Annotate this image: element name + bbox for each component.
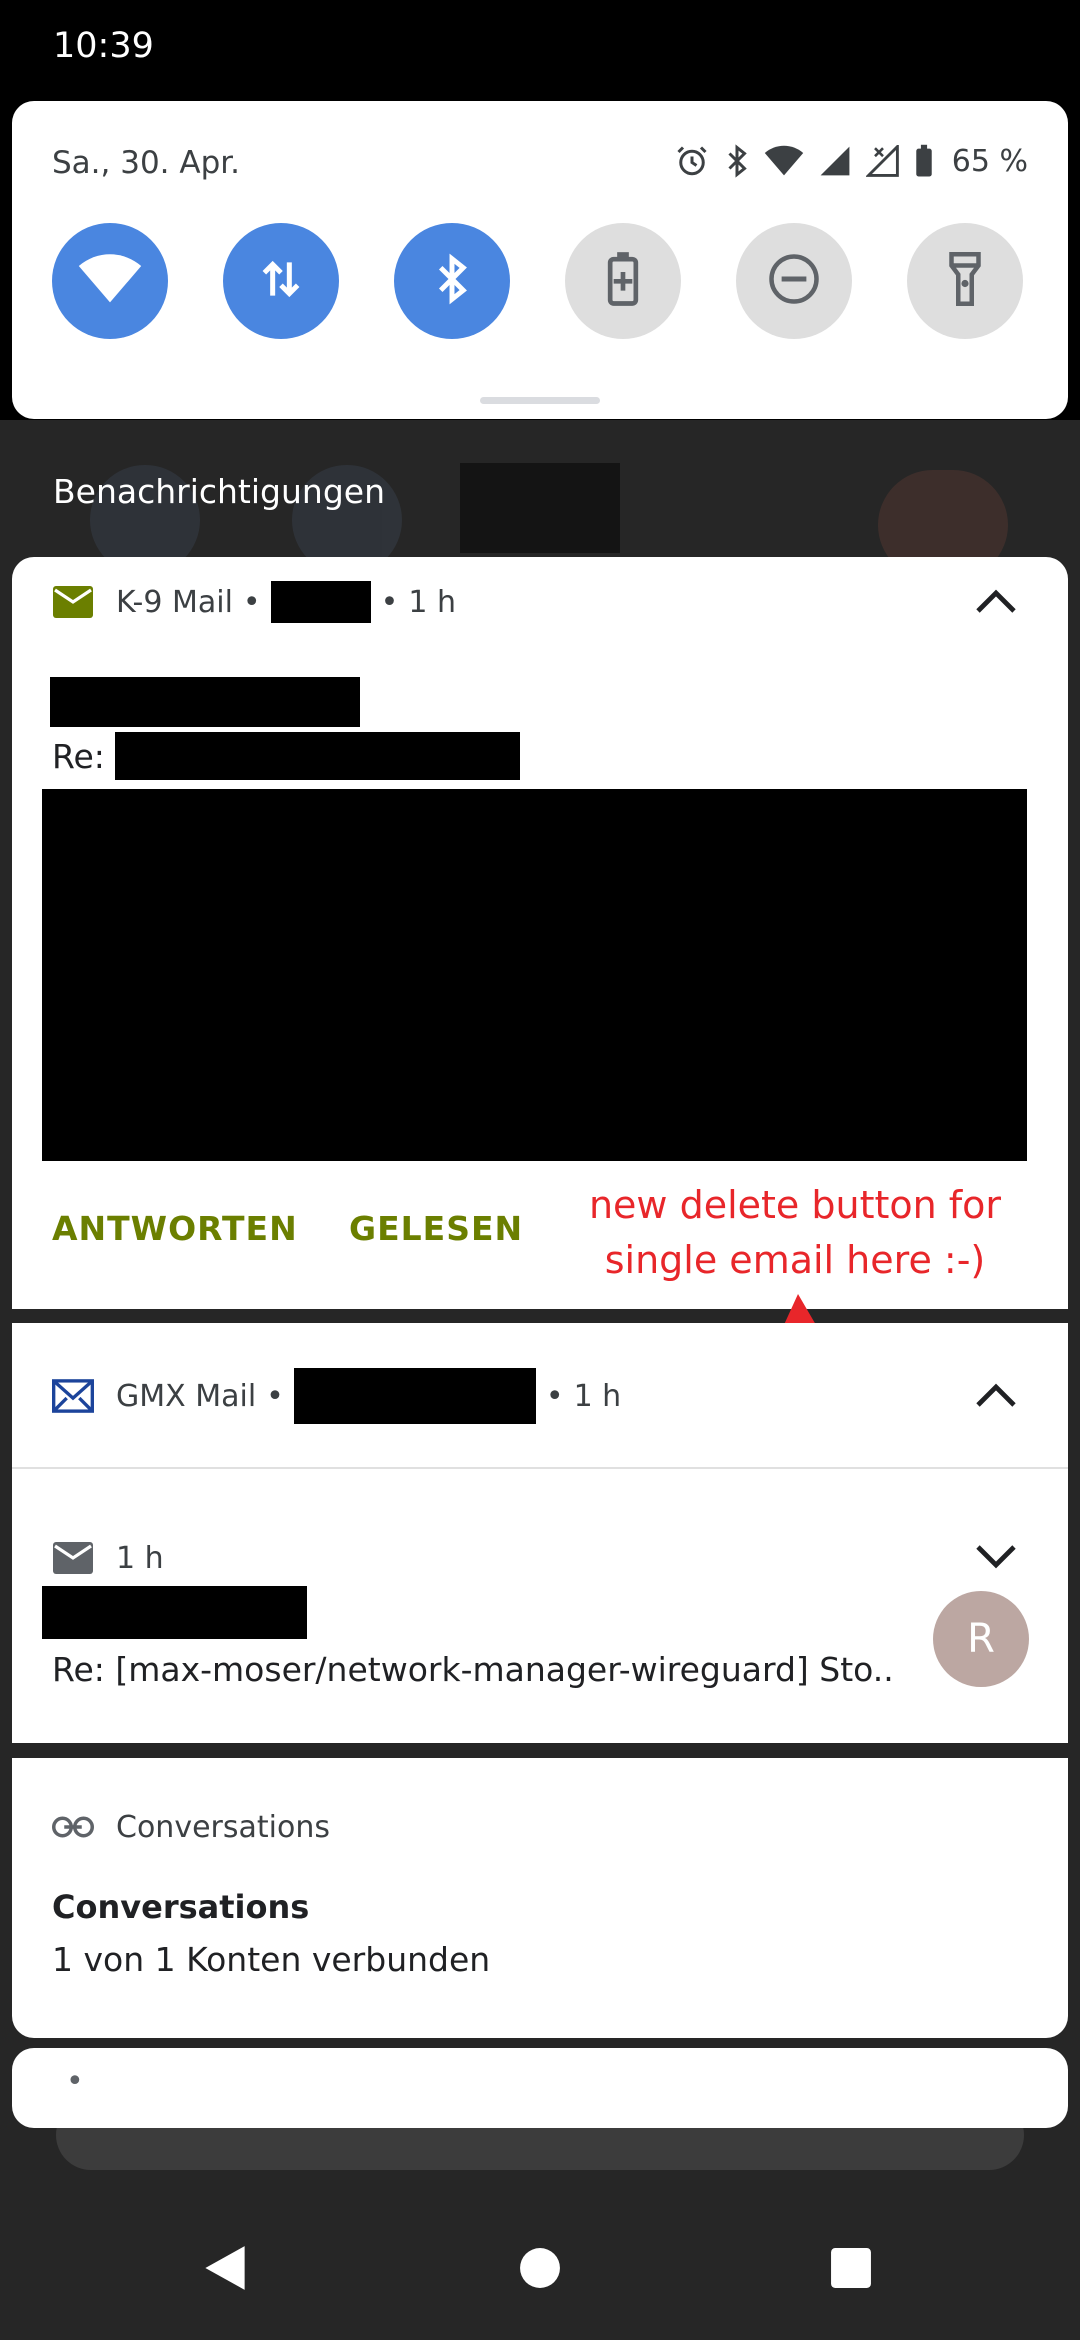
battery-saver-tile[interactable] xyxy=(565,223,681,339)
conversations-notification[interactable]: Conversations Conversations 1 von 1 Kont… xyxy=(12,1758,1068,2038)
gmx-notification[interactable]: GMX Mail • • 1 h 1 h Re: [max-moser/netw… xyxy=(12,1323,1068,1743)
annotation-line-1: new delete button for xyxy=(588,1183,1002,1227)
gmx-app-name: GMX Mail xyxy=(116,1378,257,1414)
chevron-up-icon xyxy=(976,1383,1016,1411)
separator: • xyxy=(545,1378,564,1414)
recents-button[interactable] xyxy=(821,2240,881,2300)
k9-app-row: K-9 Mail • • 1 h xyxy=(52,577,456,627)
avatar: R xyxy=(933,1591,1029,1687)
do-not-disturb-icon xyxy=(767,252,821,310)
envelope-icon xyxy=(52,585,94,619)
annotation-line-2: single email here :-) xyxy=(604,1238,986,1282)
k9-app-name: K-9 Mail xyxy=(116,584,233,620)
redacted-subject xyxy=(115,732,520,780)
signal-icon xyxy=(818,145,852,177)
conversations-title: Conversations xyxy=(52,1888,310,1926)
alarm-icon xyxy=(674,143,710,179)
gmx-message-time: 1 h xyxy=(116,1540,164,1576)
bluetooth-status-icon xyxy=(724,143,750,179)
qs-date[interactable]: Sa., 30. Apr. xyxy=(52,145,240,181)
separator: • xyxy=(242,584,261,620)
chevron-down-icon xyxy=(976,1545,1016,1573)
collapsed-notification-dot: • xyxy=(66,2064,84,2099)
navigation-bar xyxy=(0,2200,1080,2340)
annotation-text: new delete button for single email here … xyxy=(560,1178,1030,1288)
redacted-sender xyxy=(50,677,360,727)
wifi-status-icon xyxy=(764,145,804,177)
expand-button[interactable] xyxy=(972,1535,1020,1583)
gmx-message-row[interactable]: 1 h xyxy=(52,1533,164,1583)
separator: • xyxy=(380,584,399,620)
status-bar: 10:39 xyxy=(0,0,1080,100)
redacted-account xyxy=(270,581,371,623)
redacted-block xyxy=(460,463,620,553)
qs-tiles xyxy=(52,223,1032,339)
bluetooth-tile[interactable] xyxy=(394,223,510,339)
battery-saver-icon xyxy=(606,251,640,311)
mark-read-button[interactable]: GELESEN xyxy=(349,1209,523,1248)
gmx-subject: Re: [max-moser/network-manager-wireguard… xyxy=(52,1650,894,1689)
home-icon xyxy=(519,2247,561,2293)
k9-subject-prefix: Re: xyxy=(52,737,105,776)
battery-icon xyxy=(914,144,934,178)
conversations-app-name: Conversations xyxy=(116,1809,330,1845)
chevron-up-icon xyxy=(976,589,1016,617)
redacted-account xyxy=(293,1368,536,1424)
mobile-data-icon xyxy=(259,254,303,308)
reply-button[interactable]: ANTWORTEN xyxy=(52,1209,298,1248)
flashlight-icon xyxy=(948,252,982,310)
envelope-icon xyxy=(52,1541,94,1575)
home-button[interactable] xyxy=(510,2240,570,2300)
qs-drag-handle[interactable] xyxy=(480,397,600,404)
envelope-icon xyxy=(52,1379,94,1413)
redacted-body xyxy=(42,789,1027,1161)
status-time: 10:39 xyxy=(53,26,154,66)
collapse-button[interactable] xyxy=(972,1373,1020,1421)
battery-percent: 65 % xyxy=(951,143,1028,179)
gmx-time: 1 h xyxy=(573,1378,622,1414)
back-icon xyxy=(203,2244,247,2296)
k9-time: 1 h xyxy=(408,584,456,620)
link-icon xyxy=(52,1810,94,1844)
redacted-sender xyxy=(42,1586,307,1639)
wifi-icon xyxy=(78,253,142,309)
conversations-app-row: Conversations xyxy=(52,1802,330,1852)
recents-icon xyxy=(830,2247,872,2293)
gmx-app-row: GMX Mail • • 1 h xyxy=(52,1368,622,1424)
separator: • xyxy=(266,1378,284,1414)
quick-settings-panel: Sa., 30. Apr. 65 % xyxy=(12,101,1068,419)
qs-status-icons: 65 % xyxy=(674,139,1028,183)
conversations-text: 1 von 1 Konten verbunden xyxy=(52,1940,491,1979)
collapsed-notification[interactable]: • xyxy=(12,2048,1068,2128)
divider xyxy=(12,1467,1068,1469)
wifi-tile[interactable] xyxy=(52,223,168,339)
flashlight-tile[interactable] xyxy=(907,223,1023,339)
mobile-data-tile[interactable] xyxy=(223,223,339,339)
notifications-header: Benachrichtigungen xyxy=(53,472,385,511)
back-button[interactable] xyxy=(195,2240,255,2300)
bluetooth-icon xyxy=(434,252,470,310)
signal-no-service-icon xyxy=(865,145,900,177)
do-not-disturb-tile[interactable] xyxy=(736,223,852,339)
collapse-button[interactable] xyxy=(972,579,1020,627)
